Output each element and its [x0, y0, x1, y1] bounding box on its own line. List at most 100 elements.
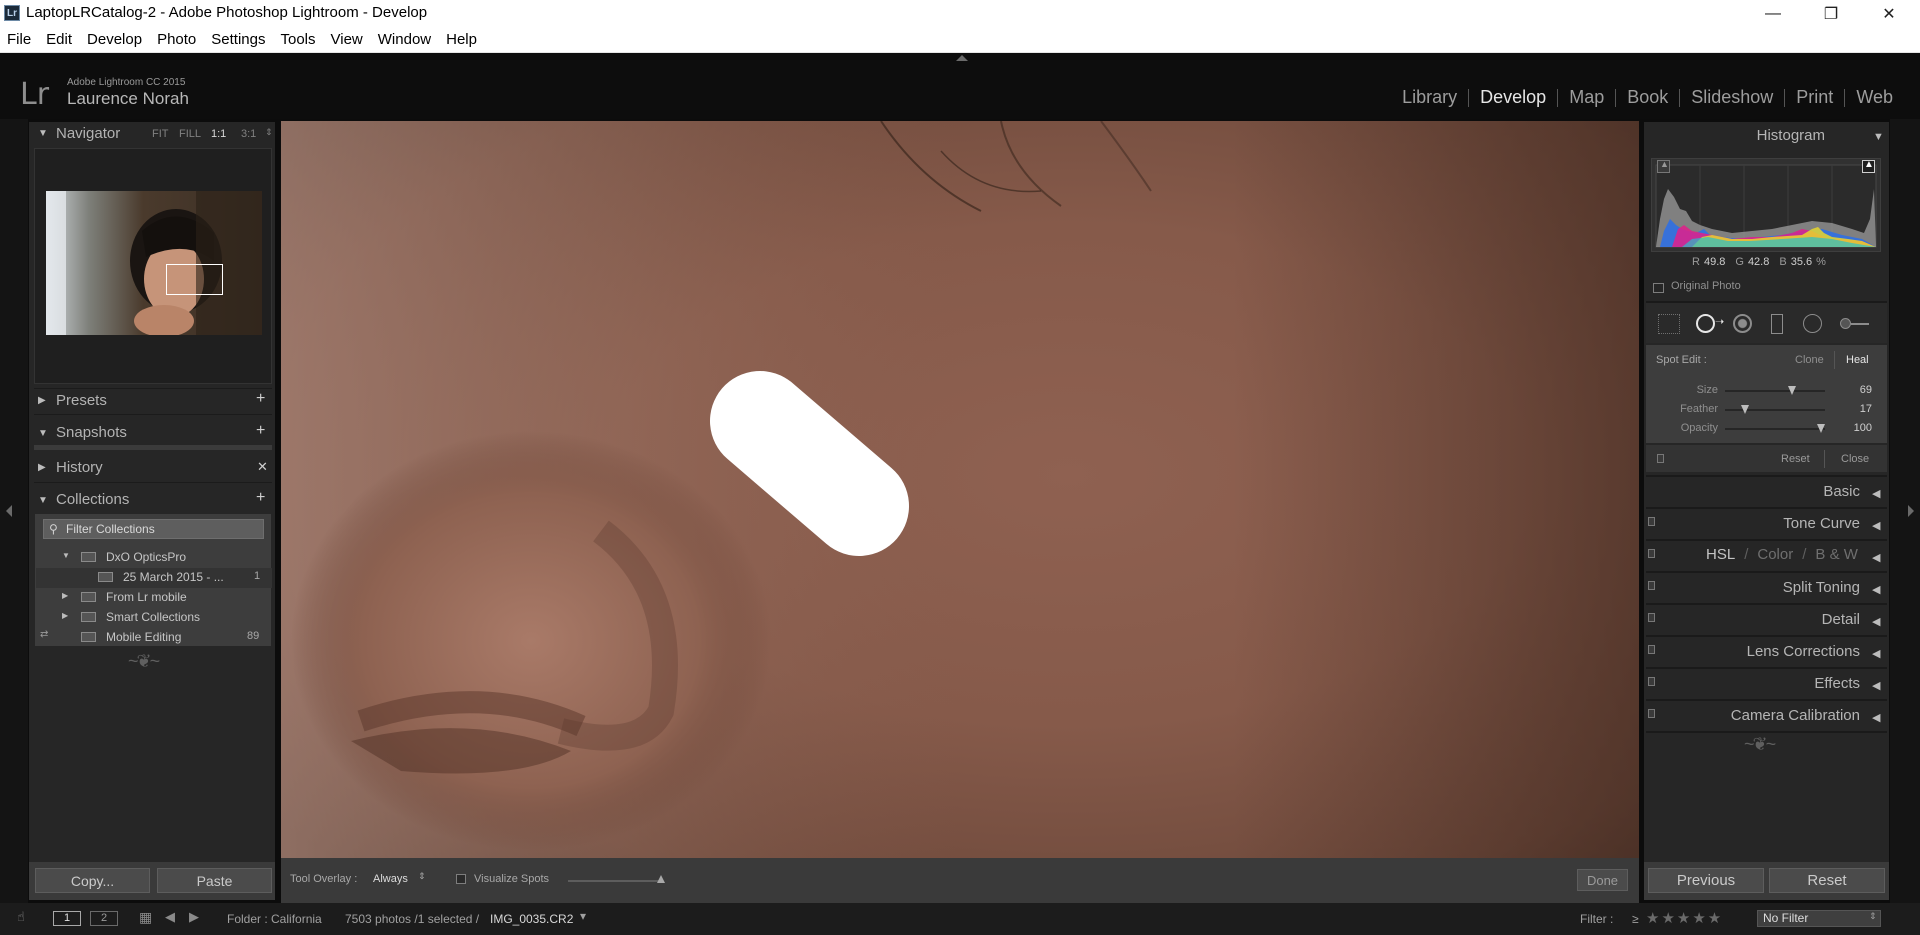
add-collection-icon[interactable]: + [256, 489, 265, 507]
module-slideshow[interactable]: Slideshow [1680, 87, 1784, 108]
dropdown-stepper-icon[interactable]: ⇕ [418, 871, 426, 882]
select-stepper-icon[interactable]: ⇕ [1869, 911, 1877, 922]
restore-button[interactable]: ❐ [1802, 0, 1860, 27]
lens-corrections-panel-title[interactable]: Lens Corrections [1700, 643, 1860, 660]
folder-source[interactable]: Folder : California [227, 912, 322, 926]
camera-calibration-switch[interactable] [1648, 709, 1655, 718]
previous-button[interactable]: Previous [1648, 868, 1764, 893]
navigator-thumbnail[interactable] [46, 191, 262, 335]
tab-bw[interactable]: B & W [1815, 546, 1858, 563]
menu-tools[interactable]: Tools [273, 27, 323, 52]
collapse-right-panel-icon[interactable] [1908, 505, 1914, 517]
rating-filter-stars[interactable]: ★★★★★ [1646, 909, 1723, 927]
filter-preset-select[interactable]: No Filter [1757, 910, 1881, 927]
detail-expand-icon[interactable]: ◀ [1872, 615, 1880, 628]
spot-close-button[interactable]: Close [1841, 453, 1869, 465]
size-slider-thumb[interactable] [1788, 386, 1797, 395]
nav-1to1[interactable]: 1:1 [211, 128, 226, 140]
module-library[interactable]: Library [1391, 87, 1468, 108]
collapse-left-panel-icon[interactable] [6, 505, 12, 517]
heal-brush-stroke[interactable] [710, 371, 909, 556]
heal-mode-button[interactable]: Heal [1846, 354, 1869, 366]
add-preset-icon[interactable]: + [256, 390, 265, 408]
paste-button[interactable]: Paste [157, 868, 272, 893]
module-print[interactable]: Print [1785, 87, 1844, 108]
hsl-switch[interactable] [1648, 549, 1655, 558]
photo-canvas[interactable] [281, 121, 1639, 858]
radial-filter-icon[interactable] [1803, 314, 1822, 333]
history-collapsed-icon[interactable]: ▶ [38, 462, 46, 473]
hand-icon[interactable]: ☝ [17, 909, 25, 925]
clone-mode-button[interactable]: Clone [1795, 354, 1824, 366]
presets-collapsed-icon[interactable]: ▶ [38, 395, 46, 406]
collection-set-row[interactable]: ▶ From Lr mobile [36, 588, 272, 608]
spot-edit-switch[interactable] [1657, 454, 1664, 463]
crop-overlay-tool-icon[interactable] [1658, 314, 1680, 334]
navigator-title[interactable]: Navigator [56, 125, 120, 142]
detail-switch[interactable] [1648, 613, 1655, 622]
nav-fit[interactable]: FIT [152, 128, 169, 140]
slider-thumb-icon[interactable] [657, 875, 665, 883]
size-slider[interactable] [1725, 386, 1825, 395]
split-toning-switch[interactable] [1648, 581, 1655, 590]
snapshots-expanded-icon[interactable]: ▼ [38, 428, 48, 439]
opacity-slider[interactable] [1725, 424, 1825, 433]
rating-comparison[interactable]: ≥ [1632, 912, 1639, 926]
menu-help[interactable]: Help [439, 27, 485, 52]
menu-edit[interactable]: Edit [39, 27, 80, 52]
histogram-title[interactable]: Histogram [1700, 127, 1825, 144]
basic-panel-title[interactable]: Basic [1700, 483, 1860, 500]
module-web[interactable]: Web [1845, 87, 1904, 108]
basic-expand-icon[interactable]: ◀ [1872, 487, 1880, 500]
effects-expand-icon[interactable]: ◀ [1872, 679, 1880, 692]
add-snapshot-icon[interactable]: + [256, 422, 265, 440]
grid-view-icon[interactable]: ▦ [139, 909, 152, 926]
effects-switch[interactable] [1648, 677, 1655, 686]
navigator-viewport-box[interactable] [166, 264, 223, 295]
opacity-value[interactable]: 100 [1840, 422, 1872, 434]
menu-develop[interactable]: Develop [80, 27, 150, 52]
presets-title[interactable]: Presets [56, 392, 107, 409]
copy-button[interactable]: Copy... [35, 868, 150, 893]
collection-row[interactable]: 25 March 2015 - ... 1 [36, 568, 272, 588]
highlight-clipping-indicator[interactable]: ▲ [1862, 159, 1875, 173]
histogram-area[interactable] [1651, 158, 1881, 252]
tab-hsl[interactable]: HSL [1706, 546, 1735, 563]
red-eye-tool-icon[interactable] [1733, 314, 1752, 333]
history-title[interactable]: History [56, 459, 103, 476]
menu-file[interactable]: File [0, 27, 39, 52]
current-filename[interactable]: IMG_0035.CR2 [490, 912, 573, 926]
camera-calibration-panel-title[interactable]: Camera Calibration [1700, 707, 1860, 724]
tone-curve-expand-icon[interactable]: ◀ [1872, 519, 1880, 532]
collection-row[interactable]: ⇄ Mobile Editing 89 [36, 628, 272, 648]
split-toning-panel-title[interactable]: Split Toning [1700, 579, 1860, 596]
nav-3to1[interactable]: 3:1 [241, 128, 256, 140]
module-develop[interactable]: Develop [1469, 87, 1557, 108]
collection-set-row[interactable]: ▼ DxO OpticsPro [36, 548, 272, 568]
split-toning-expand-icon[interactable]: ◀ [1872, 583, 1880, 596]
done-button[interactable]: Done [1577, 869, 1628, 891]
menu-photo[interactable]: Photo [150, 27, 204, 52]
back-arrow-icon[interactable]: ◀ [165, 909, 175, 925]
visualize-spots-checkbox[interactable] [456, 874, 466, 884]
forward-arrow-icon[interactable]: ▶ [189, 909, 199, 925]
graduated-filter-icon[interactable] [1771, 314, 1783, 334]
adjustment-brush-icon[interactable] [1840, 318, 1851, 329]
hsl-expand-icon[interactable]: ◀ [1872, 551, 1880, 564]
close-window-button[interactable]: ✕ [1860, 0, 1918, 27]
detail-panel-title[interactable]: Detail [1700, 611, 1860, 628]
module-map[interactable]: Map [1558, 87, 1615, 108]
tone-curve-panel-title[interactable]: Tone Curve [1700, 515, 1860, 532]
visualize-threshold-slider[interactable] [568, 880, 661, 882]
camera-calibration-expand-icon[interactable]: ◀ [1872, 711, 1880, 724]
menu-settings[interactable]: Settings [204, 27, 273, 52]
filename-dropdown-icon[interactable]: ▾ [580, 909, 586, 923]
feather-value[interactable]: 17 [1840, 403, 1872, 415]
spot-reset-button[interactable]: Reset [1781, 453, 1810, 465]
effects-panel-title[interactable]: Effects [1700, 675, 1860, 692]
collections-title[interactable]: Collections [56, 491, 129, 508]
spot-removal-tool-icon[interactable] [1696, 314, 1715, 333]
reset-button[interactable]: Reset [1769, 868, 1885, 893]
nav-fill[interactable]: FILL [179, 128, 201, 140]
second-window-button[interactable]: 2 [90, 911, 118, 926]
